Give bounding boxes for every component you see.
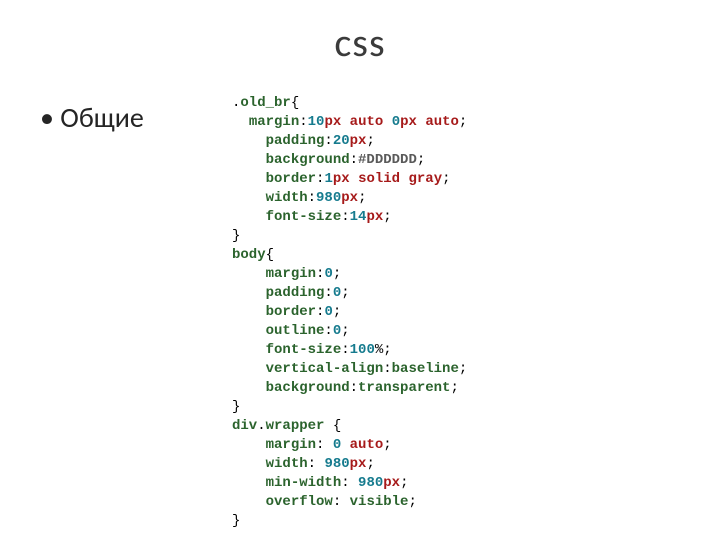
css-code-block: .old_br{ margin:10px auto 0px auto; padd… [232,94,467,531]
bullet-item: Общие [40,100,144,135]
slide: css Общие .old_br{ margin:10px auto 0px … [0,0,720,540]
slide-title: css [0,18,720,67]
